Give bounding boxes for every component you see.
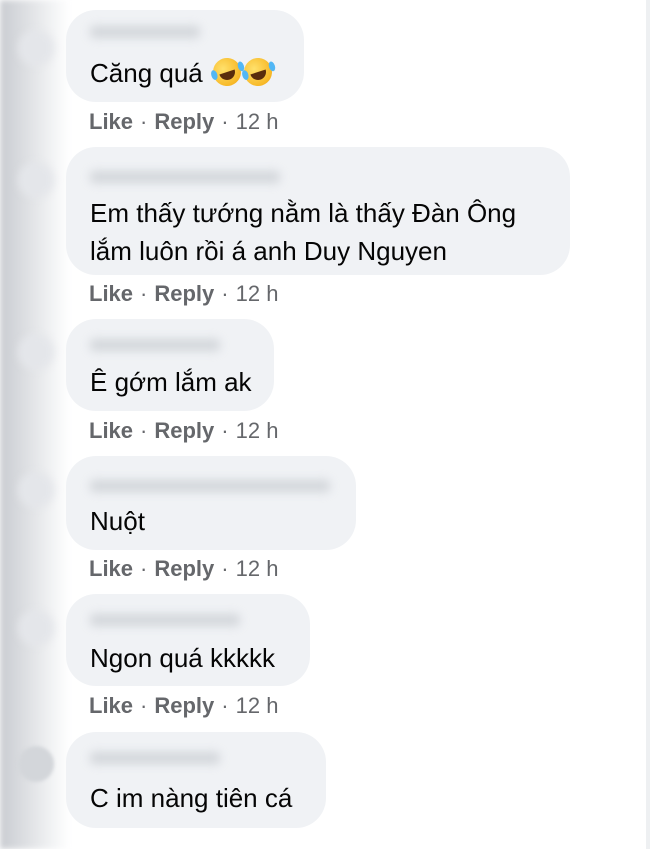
separator: · xyxy=(140,281,148,306)
like-button[interactable]: Like xyxy=(89,281,133,306)
timestamp[interactable]: 12 h xyxy=(236,556,279,581)
separator: · xyxy=(140,693,148,718)
comment-actions: Like · Reply · 12 h xyxy=(89,555,278,583)
timestamp[interactable]: 12 h xyxy=(236,418,279,443)
comment-actions: Like · Reply · 12 h xyxy=(89,417,278,445)
comment-text: Căng quá xyxy=(90,54,276,91)
like-button[interactable]: Like xyxy=(89,418,133,443)
avatar[interactable] xyxy=(18,746,54,782)
separator: · xyxy=(140,556,148,581)
reply-button[interactable]: Reply xyxy=(154,109,214,134)
scrollbar-track[interactable] xyxy=(646,0,650,849)
separator: · xyxy=(221,556,229,581)
avatar[interactable] xyxy=(18,30,54,66)
separator: · xyxy=(221,109,229,134)
comment-text: Ngon quá kkkkk xyxy=(90,643,275,673)
author-name-blurred[interactable] xyxy=(90,26,200,38)
comment-bubble: Nuột xyxy=(66,456,356,550)
timestamp[interactable]: 12 h xyxy=(236,281,279,306)
separator: · xyxy=(221,693,229,718)
like-button[interactable]: Like xyxy=(89,693,133,718)
like-button[interactable]: Like xyxy=(89,556,133,581)
reply-button[interactable]: Reply xyxy=(154,556,214,581)
avatar[interactable] xyxy=(18,610,54,646)
timestamp[interactable]: 12 h xyxy=(236,109,279,134)
like-button[interactable]: Like xyxy=(89,109,133,134)
comment-text-content: Căng quá xyxy=(90,58,203,88)
author-name-blurred[interactable] xyxy=(90,171,280,183)
comment-actions: Like · Reply · 12 h xyxy=(89,692,278,720)
separator: · xyxy=(221,281,229,306)
comment-text: C im nàng tiên cá xyxy=(90,783,293,813)
comment-text: Ê gớm lắm ak xyxy=(90,367,252,397)
blurred-left-edge xyxy=(0,0,70,849)
comment-text-line-2: lắm luôn rồi á anh Duy Nguyen xyxy=(90,236,447,266)
author-name-blurred[interactable] xyxy=(90,339,220,351)
avatar[interactable] xyxy=(18,162,54,198)
comment-text-line-1: Em thấy tướng nằm là thấy Đàn Ông xyxy=(90,198,517,228)
separator: · xyxy=(140,418,148,443)
rolling-on-floor-laughing-icon xyxy=(209,54,245,90)
comment-bubble: Ngon quá kkkkk xyxy=(66,594,310,686)
comment-bubble: Ê gớm lắm ak xyxy=(66,319,274,411)
comment-actions: Like · Reply · 12 h xyxy=(89,280,278,308)
separator: · xyxy=(221,418,229,443)
author-name-blurred[interactable] xyxy=(90,480,330,492)
reply-button[interactable]: Reply xyxy=(154,418,214,443)
avatar[interactable] xyxy=(18,472,54,508)
comment-text: Nuột xyxy=(90,506,145,536)
comment-bubble: C im nàng tiên cá xyxy=(66,732,326,828)
comment-bubble: Căng quá xyxy=(66,10,304,102)
author-name-blurred[interactable] xyxy=(90,614,240,626)
author-name-blurred[interactable] xyxy=(90,752,220,764)
separator: · xyxy=(140,109,148,134)
reply-button[interactable]: Reply xyxy=(154,281,214,306)
reply-button[interactable]: Reply xyxy=(154,693,214,718)
comment-actions: Like · Reply · 12 h xyxy=(89,108,278,136)
rolling-on-floor-laughing-icon xyxy=(240,54,276,90)
timestamp[interactable]: 12 h xyxy=(236,693,279,718)
avatar[interactable] xyxy=(18,334,54,370)
comment-bubble: Em thấy tướng nằm là thấy Đàn Ông lắm lu… xyxy=(66,147,570,275)
